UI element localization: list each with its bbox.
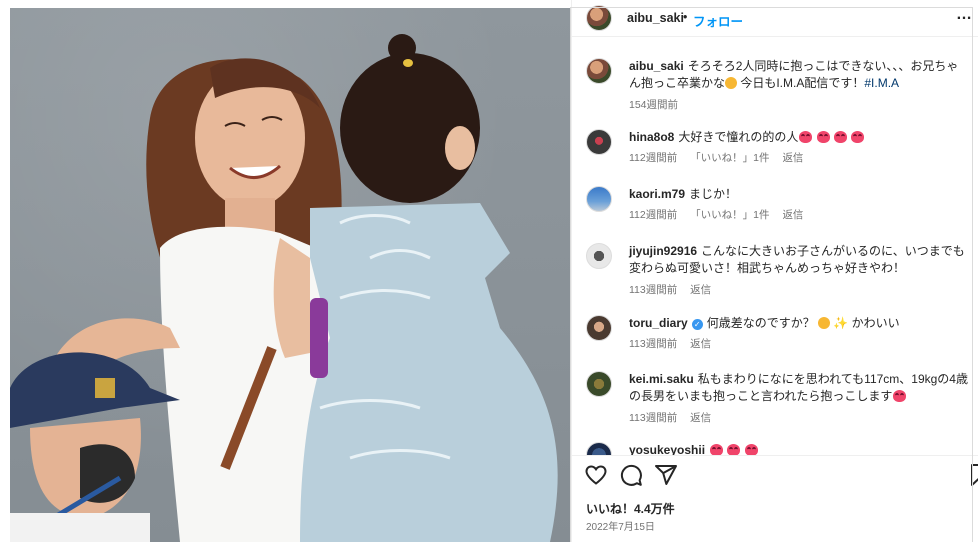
comment-text: kei.mi.saku 私もまわりになにを思われても117cm、19kgの4歳の長… [629,371,969,405]
comment-time[interactable]: 113週間前 [629,412,677,424]
comment-username[interactable]: toru_diary [629,316,688,330]
comment-username[interactable]: yosukeyoshii [629,443,705,455]
heart-eyes-icon [851,131,865,143]
comment-text: hina8o8 大好きで憧れの的の人 [629,129,969,146]
instagram-post-viewer: aibu_saki • フォロー … aibu_saki そろそろ2人同時に抱っこ… [0,0,978,542]
comment-meta: 113週間前 返信 [629,282,721,297]
verified-badge-icon: ✓ [691,319,703,330]
commenter-avatar[interactable] [586,371,612,397]
caption-body-cont: 今日もI.M.A配信です！ [737,76,865,90]
post-photo [10,8,570,542]
reply-button[interactable]: 返信 [782,152,803,164]
post-sidebar: aibu_saki • フォロー … aibu_saki そろそろ2人同時に抱っこ… [571,0,978,542]
divider [572,455,978,456]
comment-meta: 113週間前 返信 [629,336,721,351]
comment-time[interactable]: 112週間前 [629,152,677,164]
share-icon[interactable] [654,463,678,487]
like-count[interactable]: いいね！4.4万件 [586,500,675,517]
comment-likes[interactable]: 「いいね！」1件 [690,152,769,164]
comment-body-cont: かわいい [848,316,900,330]
author-avatar[interactable] [586,58,612,84]
comment-body: 何歳差なのですか？ [706,316,815,330]
hashtag-link[interactable]: #I.M.A [864,76,899,90]
post-actions [572,460,978,490]
heart-eyes-icon [727,444,741,455]
commenter-avatar[interactable] [586,243,612,269]
comment-body: 大好きで憧れの的の人 [678,130,799,144]
reply-button[interactable]: 返信 [690,338,711,350]
commenter-avatar[interactable] [586,315,612,341]
comment-meta: 112週間前 「いいね！」1件 返信 [629,150,813,165]
photo-illustration [10,34,558,542]
bookmark-icon[interactable] [967,463,978,487]
reply-button[interactable]: 返信 [690,284,711,296]
comment-username[interactable]: hina8o8 [629,130,674,144]
smile-emoji-icon [818,317,831,329]
comment-username[interactable]: jiyujin92916 [629,244,697,258]
comment-meta: 112週間前 「いいね！」1件 返信 [629,207,813,222]
more-options-icon[interactable]: … [956,6,973,24]
caption-text: aibu_saki そろそろ2人同時に抱っこはできない、、、お兄ちゃん抱っこ卒業か… [629,58,969,92]
post-header: aibu_saki • フォロー … [572,0,978,36]
commenter-avatar[interactable] [586,442,612,455]
reply-button[interactable]: 返信 [782,209,803,221]
heart-eyes-icon [744,444,758,455]
heart-icon[interactable] [584,463,608,487]
reply-button[interactable]: 返信 [690,412,711,424]
heart-eyes-icon [710,444,724,455]
emoji-icon [725,77,738,89]
comment-icon[interactable] [619,463,643,487]
heart-eyes-icon [893,390,907,402]
heart-eyes-icon [816,131,830,143]
comment-time[interactable]: 154週間前 [629,99,678,111]
sparkles-icon: ✨ [833,316,849,330]
comment-likes[interactable]: 「いいね！」1件 [690,209,769,221]
comment-text: jiyujin92916 こんなに大きいお子さんがいるのに、いつまでも変わらぬ可愛… [629,243,969,277]
commenter-avatar[interactable] [586,186,612,212]
commenter-avatar[interactable] [586,129,612,155]
comment-meta: 113週間前 返信 [629,410,721,425]
author-username[interactable]: aibu_saki [627,11,684,25]
comment-username[interactable]: aibu_saki [629,59,684,73]
heart-eyes-icon [834,131,848,143]
comment-username[interactable]: kaori.m79 [629,187,685,201]
comment-text: toru_diary ✓ 何歳差なのですか？ ✨ かわいい [629,315,969,332]
comment-text: yosukeyoshii [629,442,969,455]
heart-eyes-icon [799,131,813,143]
comment-time[interactable]: 113週間前 [629,338,677,350]
author-avatar[interactable] [586,5,612,31]
header-separator: • [683,10,688,24]
post-date[interactable]: 2022年7月15日 [586,518,655,533]
comment-time[interactable]: 113週間前 [629,284,677,296]
comment-text: kaori.m79 まじか！ [629,186,969,203]
comment-time[interactable]: 112週間前 [629,209,677,221]
comment-meta: 154週間前 [629,97,688,112]
comments-list: aibu_saki そろそろ2人同時に抱っこはできない、、、お兄ちゃん抱っこ卒業か… [572,37,978,455]
follow-button[interactable]: フォロー [693,11,743,30]
comment-username[interactable]: kei.mi.saku [629,372,694,386]
comment-body: まじか！ [689,187,738,201]
